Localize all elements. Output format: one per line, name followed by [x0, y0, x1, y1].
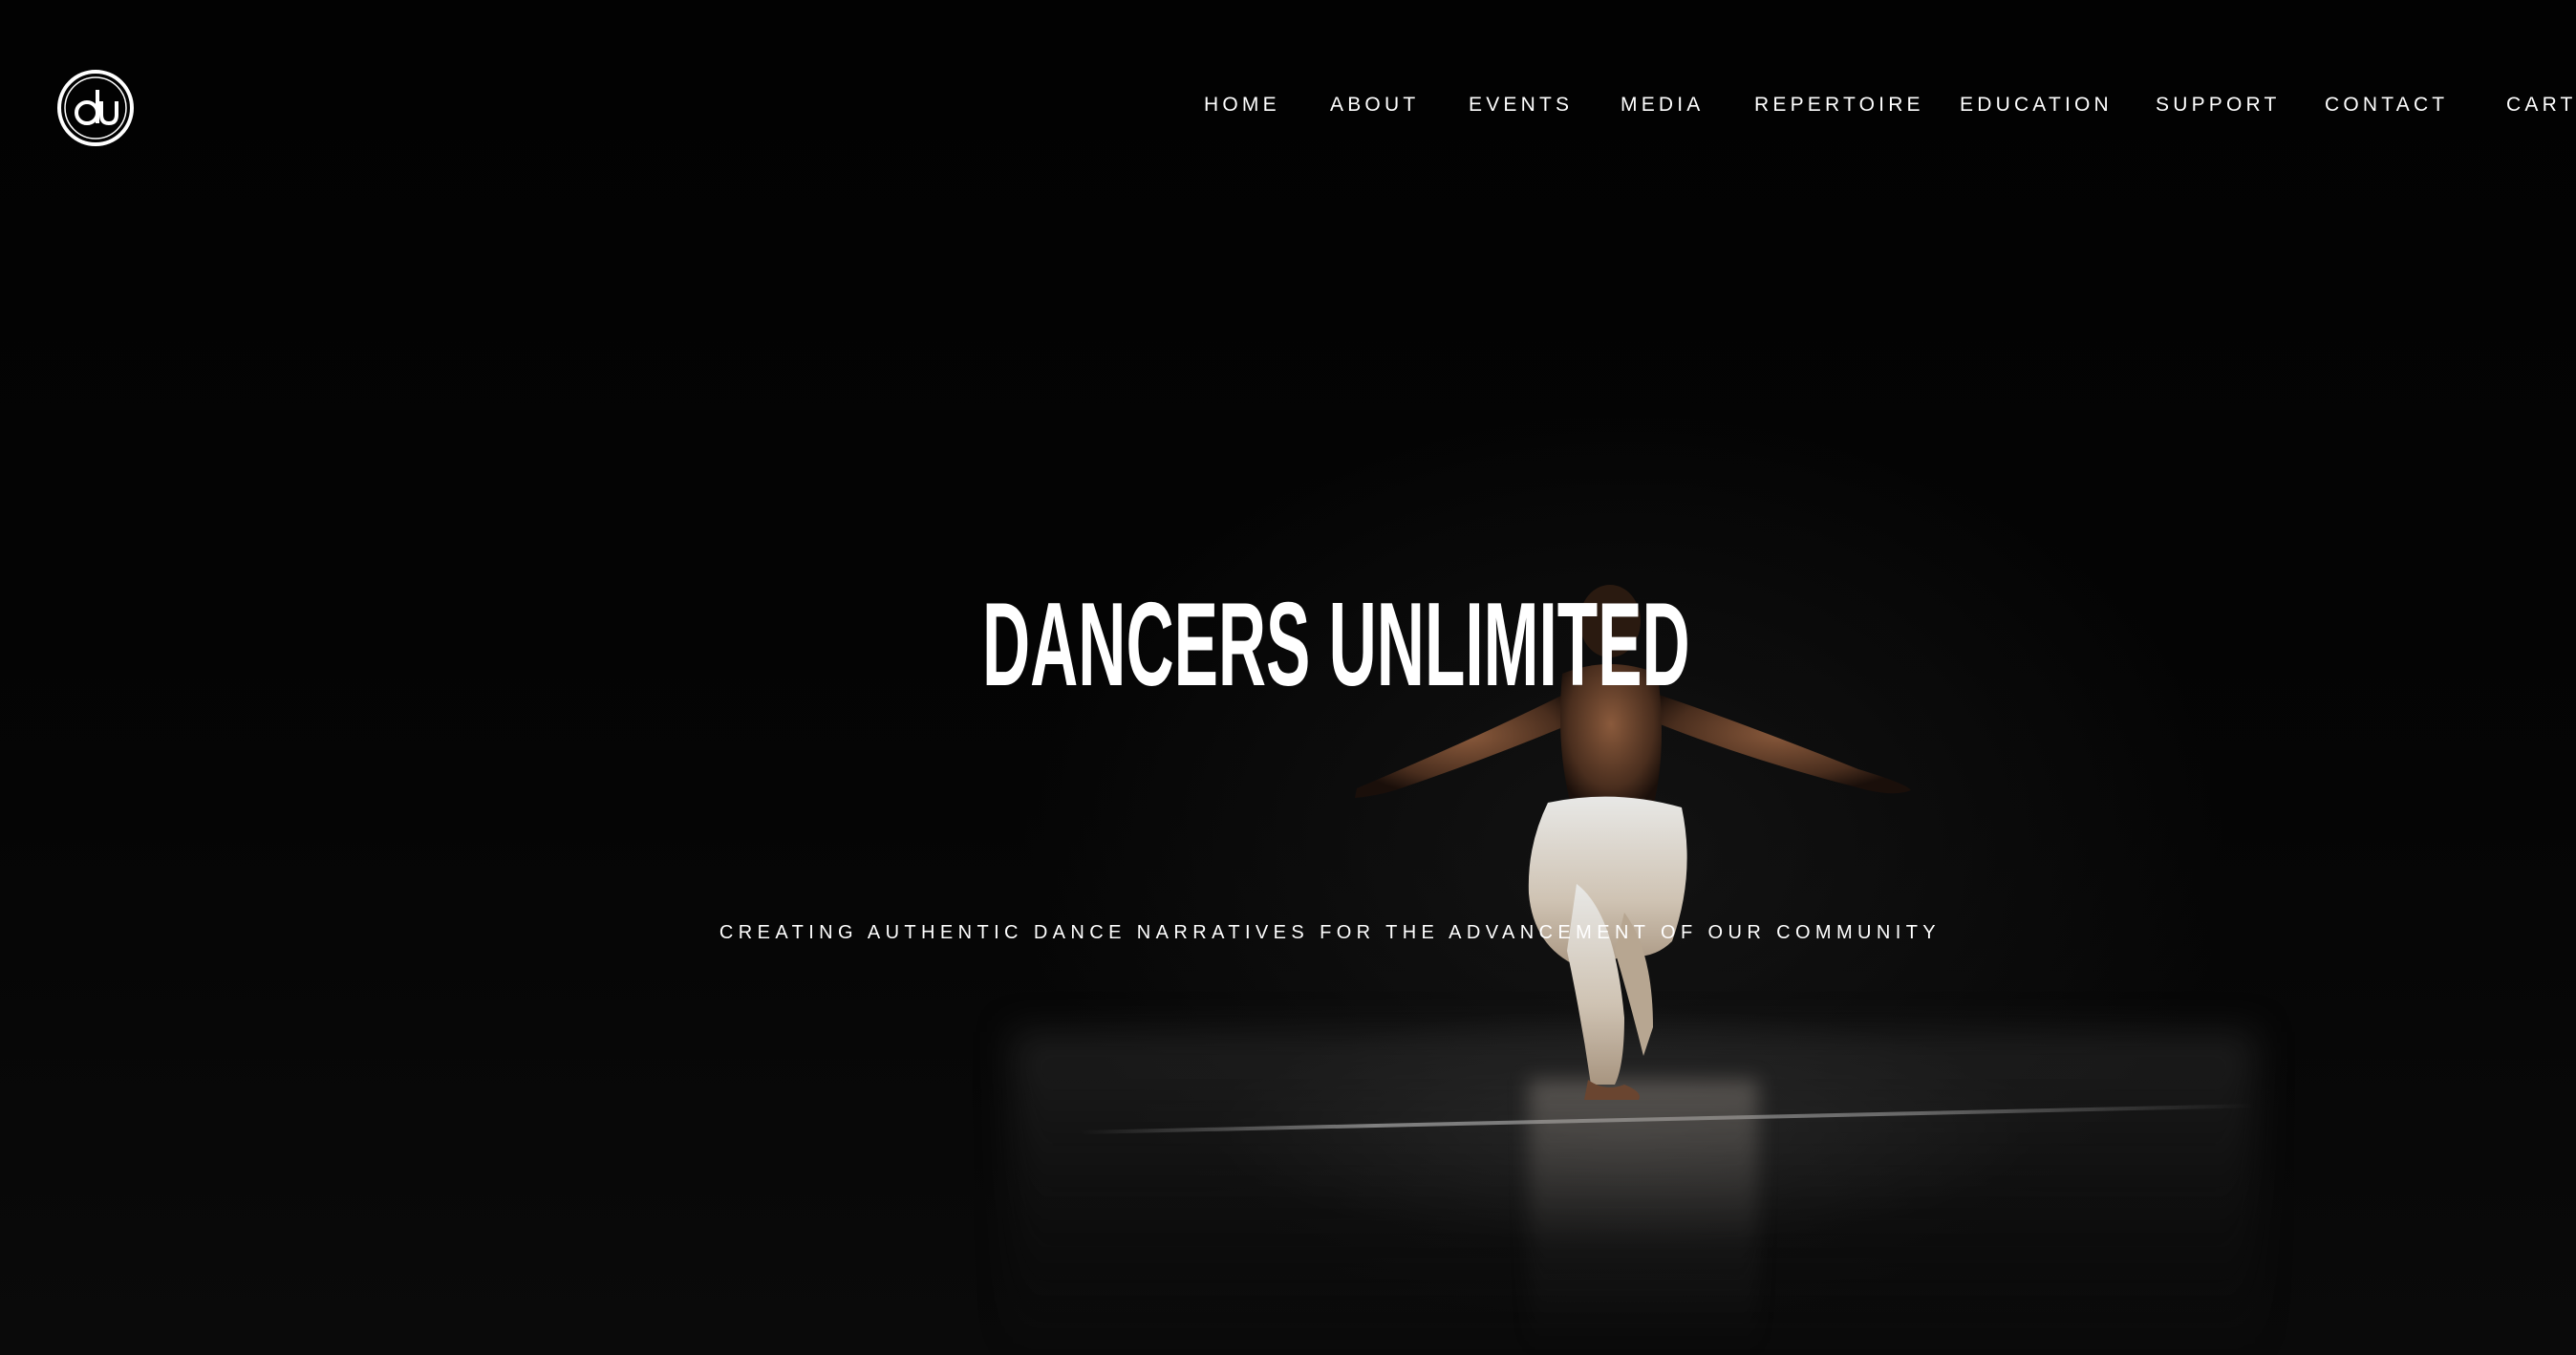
- nav-about[interactable]: ABOUT: [1330, 94, 1419, 117]
- nav-contact[interactable]: CONTACT: [2325, 94, 2448, 117]
- dancer-reflection: [1529, 1080, 1758, 1355]
- site-header: HOME ABOUT EVENTS MEDIA REPERTOIRE EDUCA…: [0, 0, 2576, 220]
- nav-home[interactable]: HOME: [1204, 94, 1280, 117]
- main-navigation: HOME ABOUT EVENTS MEDIA REPERTOIRE EDUCA…: [1185, 94, 2576, 122]
- nav-education[interactable]: EDUCATION: [1960, 94, 2113, 117]
- hero-title: DANCERS UNLIMITED: [982, 579, 1690, 711]
- page: HOME ABOUT EVENTS MEDIA REPERTOIRE EDUCA…: [0, 0, 2576, 1355]
- hero-tagline: CREATING AUTHENTIC DANCE NARRATIVES FOR …: [719, 922, 1942, 943]
- nav-events[interactable]: EVENTS: [1469, 94, 1573, 117]
- nav-support[interactable]: SUPPORT: [2156, 94, 2281, 117]
- nav-media[interactable]: MEDIA: [1621, 94, 1705, 117]
- nav-cart[interactable]: CART: [2506, 94, 2576, 117]
- du-monogram-logo[interactable]: [56, 69, 135, 147]
- nav-repertoire[interactable]: REPERTOIRE: [1754, 94, 1924, 117]
